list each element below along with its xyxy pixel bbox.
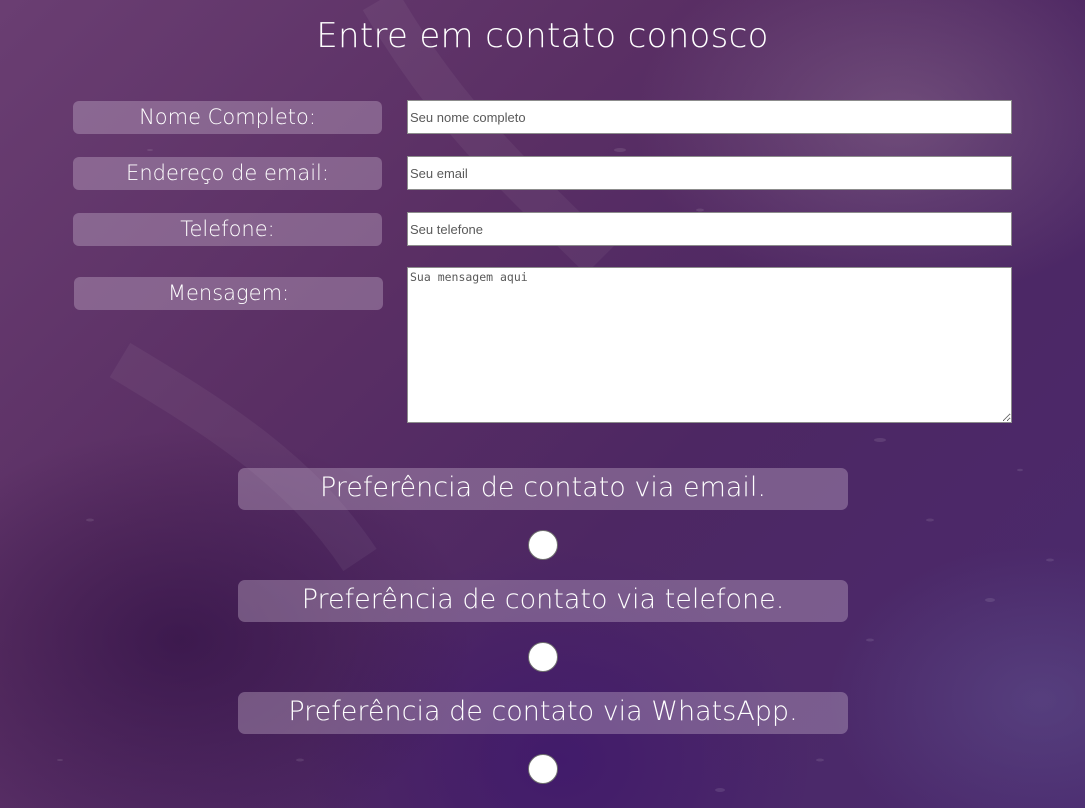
preference-phone-label: Preferência de contato via telefone. — [238, 580, 848, 622]
full-name-input[interactable] — [407, 100, 1012, 134]
preference-phone-radio[interactable] — [528, 642, 558, 672]
preference-email-radio[interactable] — [528, 530, 558, 560]
phone-label: Telefone: — [73, 213, 382, 246]
email-label: Endereço de email: — [73, 157, 382, 190]
preference-whatsapp-label: Preferência de contato via WhatsApp. — [238, 692, 848, 734]
preference-email-label: Preferência de contato via email. — [238, 468, 848, 510]
message-textarea[interactable] — [407, 267, 1012, 423]
message-label: Mensagem: — [74, 277, 383, 310]
phone-input[interactable] — [407, 212, 1012, 246]
page-title: Entre em contato conosco — [316, 16, 769, 56]
preference-whatsapp-radio[interactable] — [528, 754, 558, 784]
email-input[interactable] — [407, 156, 1012, 190]
full-name-label: Nome Completo: — [73, 101, 382, 134]
